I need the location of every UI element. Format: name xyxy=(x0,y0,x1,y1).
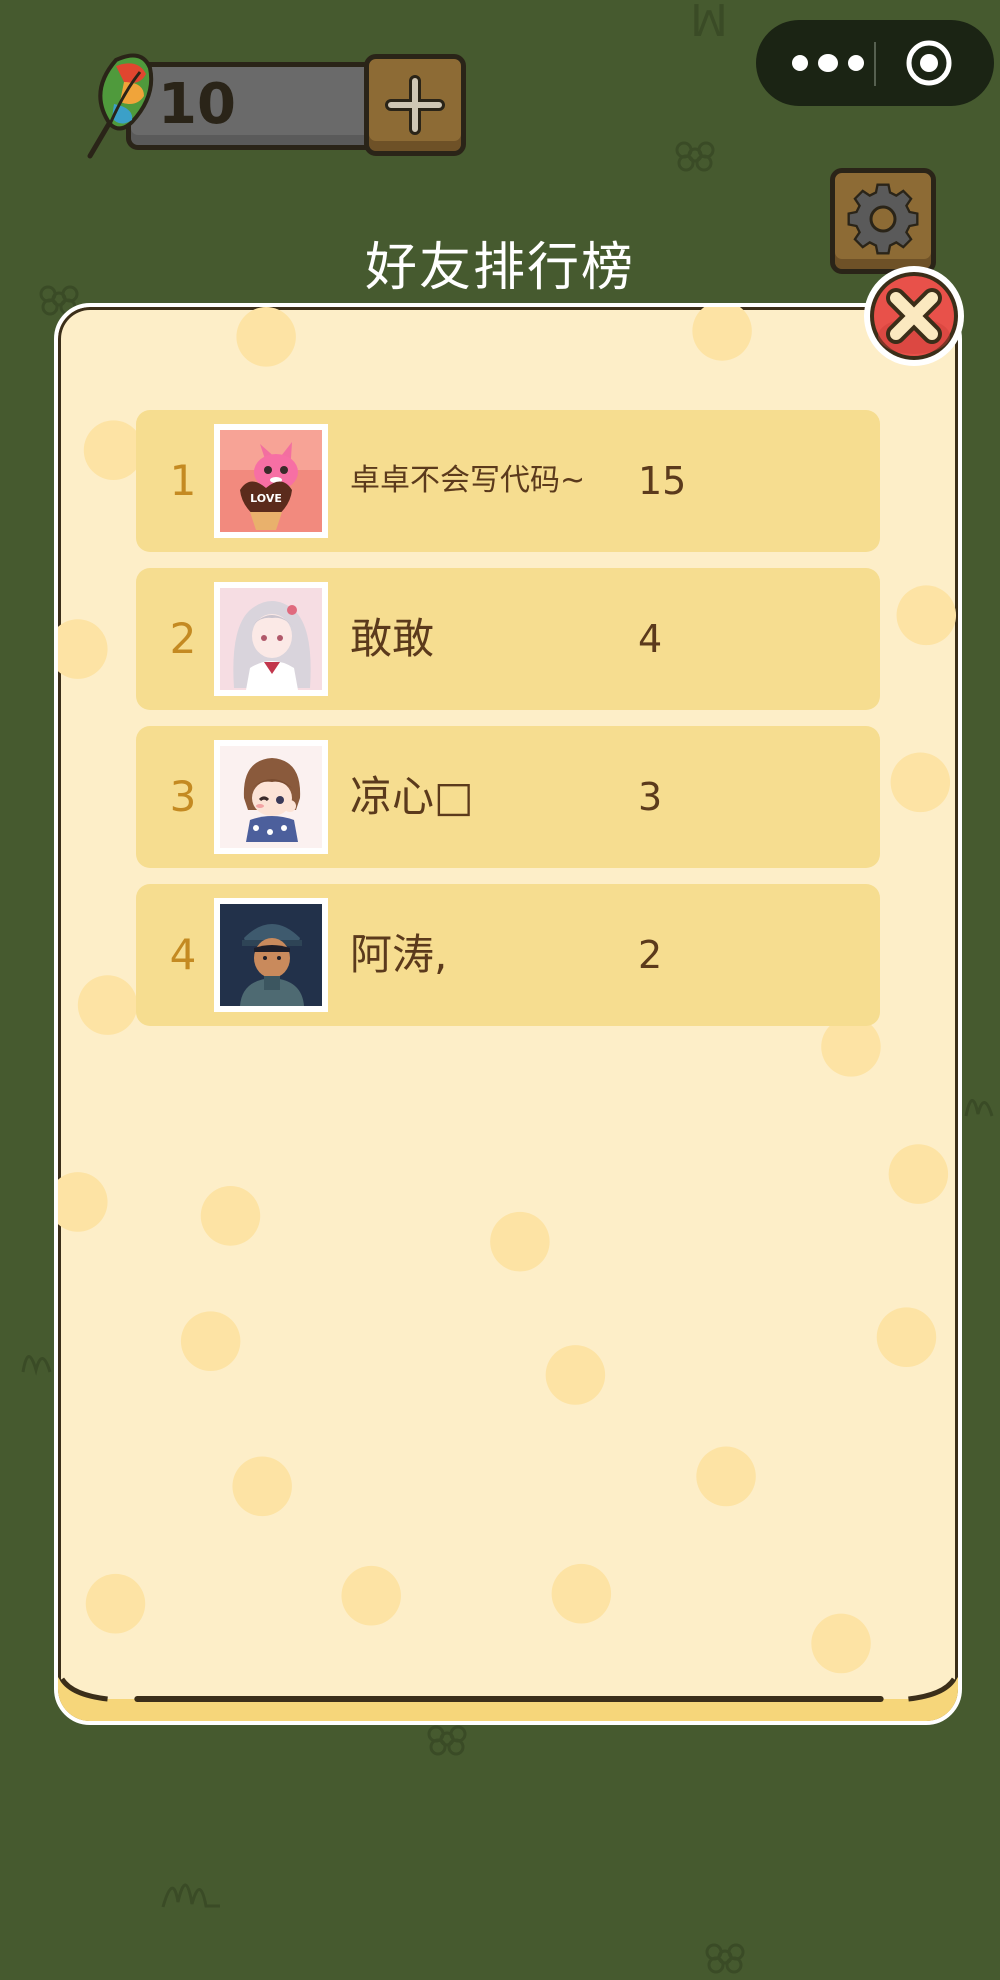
add-feather-button[interactable] xyxy=(364,54,466,156)
player-score: 4 xyxy=(638,617,663,661)
feather-icon xyxy=(87,53,154,159)
rank-number: 2 xyxy=(169,614,197,663)
ranking-row[interactable]: 1 LOVE 卓卓不会写代码~ 15 xyxy=(136,410,880,552)
player-score: 2 xyxy=(638,933,663,977)
ranking-row[interactable]: 3 凉心□ 3 xyxy=(136,726,880,868)
feather-currency: 10 xyxy=(80,52,466,160)
miniprogram-capsule xyxy=(756,20,994,106)
panel-bottom-edge xyxy=(58,1677,958,1721)
avatar: LOVE xyxy=(214,424,328,538)
ranking-row[interactable]: 4 阿涛, 2 xyxy=(136,884,880,1026)
player-name: 卓卓不会写代码~ xyxy=(350,463,586,498)
avatar xyxy=(214,740,328,854)
grass-decoration xyxy=(964,1099,994,1117)
flower-decoration xyxy=(427,1725,467,1756)
close-button[interactable] xyxy=(860,262,968,370)
chibi-girl-avatar xyxy=(220,746,322,848)
ranking-row[interactable]: 2 敢敢 4 xyxy=(136,568,880,710)
player-name: 阿涛, xyxy=(350,930,448,979)
anime-boy-avatar xyxy=(220,904,322,1006)
flower-decoration xyxy=(705,1943,745,1974)
anime-girl-avatar xyxy=(220,588,322,690)
capsule-divider xyxy=(874,42,876,86)
player-name: 敢敢 xyxy=(350,614,435,663)
player-name: 凉心□ xyxy=(350,772,474,821)
rank-number: 3 xyxy=(169,772,197,821)
grass-decoration xyxy=(21,1355,52,1376)
rank-number: 4 xyxy=(169,930,197,979)
feather-count: 10 xyxy=(158,72,236,137)
avatar xyxy=(214,898,328,1012)
pink-fox-love-avatar: LOVE xyxy=(220,430,322,532)
svg-text:LOVE: LOVE xyxy=(250,492,282,505)
grass-decoration: ꟽ xyxy=(690,0,728,47)
more-dots-icon[interactable] xyxy=(786,44,870,82)
flower-decoration xyxy=(675,141,715,172)
plus-icon xyxy=(385,75,445,135)
player-score: 15 xyxy=(638,459,687,503)
avatar xyxy=(214,582,328,696)
page-title: 好友排行榜 xyxy=(364,238,635,298)
grass-decoration xyxy=(161,1883,220,1908)
target-circle-icon[interactable] xyxy=(904,38,954,88)
close-icon xyxy=(886,288,942,344)
player-score: 3 xyxy=(638,775,663,819)
rank-number: 1 xyxy=(169,456,197,505)
